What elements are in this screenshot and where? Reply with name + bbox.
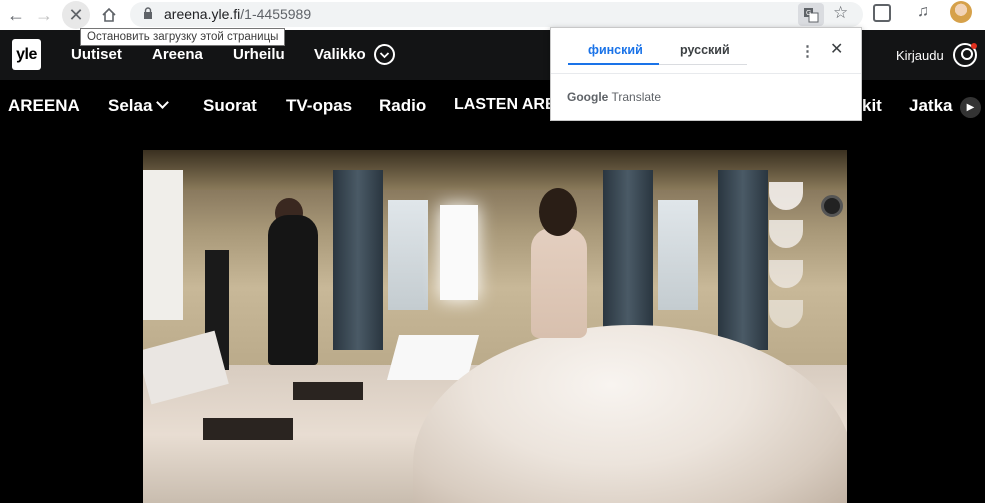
nav-item-suorat[interactable]: Suorat (203, 96, 257, 116)
lock-icon (144, 7, 152, 19)
video-window (658, 200, 698, 310)
areena-brand[interactable]: AREENA (8, 96, 80, 116)
google-wordmark: Google (567, 90, 609, 104)
home-icon[interactable] (95, 1, 123, 29)
nav-item-tv-opas[interactable]: TV-opas (286, 96, 352, 116)
translate-popup: финский русский ⋮ ✕ Google Translate (550, 27, 862, 121)
profile-avatar[interactable] (950, 1, 972, 23)
notification-dot (971, 43, 977, 49)
tab-source-language[interactable]: финский (588, 43, 643, 57)
stop-loading-icon[interactable]: ✕ (62, 1, 90, 29)
nav-link-uutiset[interactable]: Uutiset (71, 46, 122, 63)
video-bride-torso (531, 228, 587, 338)
login-link[interactable]: Kirjaudu (896, 48, 944, 63)
url-text: areena.yle.fi/1-4455989 (164, 6, 312, 22)
tab-divider (659, 64, 747, 65)
nav-item-radio[interactable]: Radio (379, 96, 426, 116)
more-options-icon[interactable]: ⋮ (800, 42, 815, 60)
video-player[interactable] (143, 150, 847, 503)
back-arrow-icon[interactable]: ← (2, 1, 30, 29)
nav-item-selaa[interactable]: Selaa (108, 96, 170, 116)
address-bar[interactable]: areena.yle.fi/1-4455989 G ☆ (130, 2, 863, 27)
translate-wordmark: Translate (611, 90, 662, 104)
close-icon[interactable]: ✕ (830, 39, 843, 59)
video-softbox (143, 170, 183, 320)
video-window (388, 200, 428, 310)
google-translate-brand: Google Translate (567, 90, 661, 104)
nav-link-valikko[interactable]: Valikko (314, 46, 366, 63)
nav-item-jatka[interactable]: Jatka (909, 96, 952, 116)
media-control-icon[interactable]: ♫ (917, 3, 929, 21)
svg-text:G: G (806, 10, 811, 17)
nav-item-partial[interactable]: kit (862, 96, 882, 116)
video-photographer (268, 215, 318, 365)
active-tab-indicator (568, 63, 659, 65)
tab-target-language[interactable]: русский (680, 43, 730, 57)
video-softbox-light (440, 205, 478, 300)
browser-toolbar: ← → ✕ areena.yle.fi/1-4455989 G ☆ ♫ (0, 0, 985, 30)
stop-loading-tooltip: Остановить загрузку этой страницы (80, 28, 286, 46)
video-curtain (333, 170, 383, 350)
popup-divider (551, 73, 861, 74)
chevron-down-icon[interactable] (374, 44, 395, 65)
video-floor-tile (293, 382, 363, 400)
translate-page-icon[interactable]: G (798, 3, 824, 26)
extension-icon[interactable] (873, 4, 891, 22)
nav-link-areena[interactable]: Areena (152, 46, 203, 63)
video-curtain (603, 170, 653, 350)
video-curtain (718, 170, 768, 350)
video-floor-tile (203, 418, 293, 440)
yle-logo[interactable]: yle (12, 39, 41, 70)
chevron-down-icon (156, 96, 170, 109)
nav-link-urheilu[interactable]: Urheilu (233, 46, 285, 63)
video-bride-head (539, 188, 577, 236)
scroll-right-icon[interactable]: ▶ (960, 97, 981, 118)
video-studio-lamp (821, 195, 843, 217)
forward-arrow-icon[interactable]: → (30, 1, 58, 29)
bookmark-star-icon[interactable]: ☆ (833, 3, 848, 23)
nav-item-selaa-label: Selaa (108, 96, 153, 115)
